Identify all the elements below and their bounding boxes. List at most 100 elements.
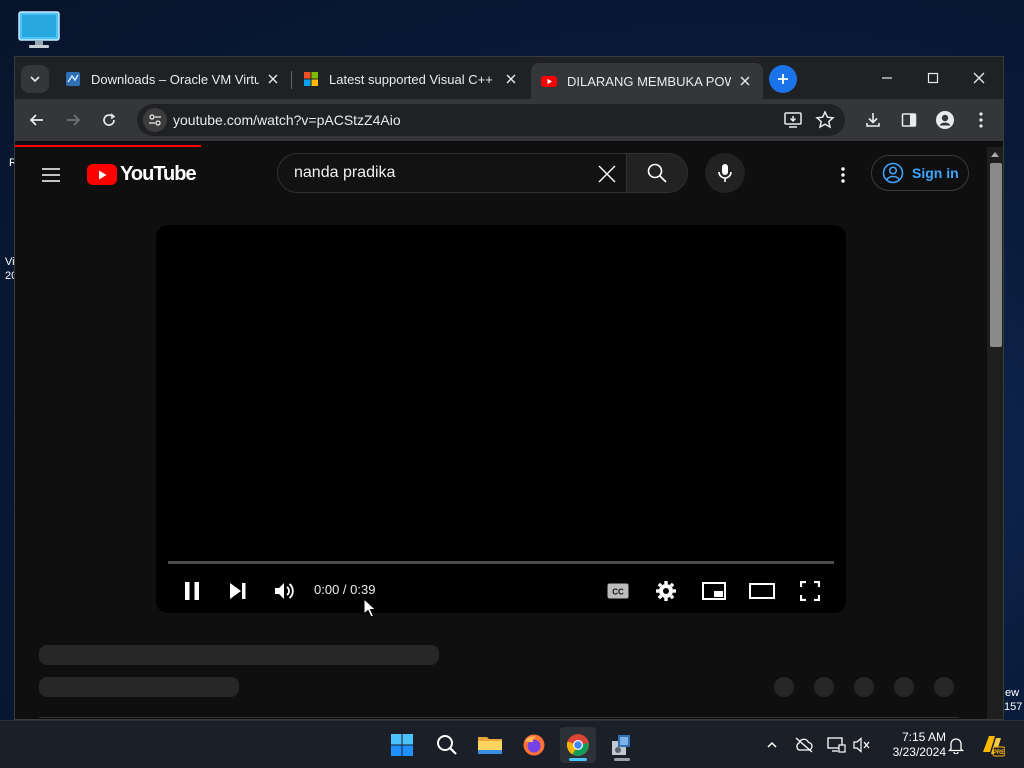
video-player[interactable]: 0:00 / 0:39 CC [156,225,846,613]
profile-button[interactable] [931,106,959,134]
arrow-left-icon [29,114,43,126]
taskbar-installer[interactable] [604,727,640,763]
kebab-menu-icon [841,167,845,183]
notifications-button[interactable] [944,733,968,757]
action-placeholder [894,677,914,697]
bell-icon [948,738,964,754]
new-tab-button[interactable] [769,65,797,93]
side-panel-button[interactable] [895,106,923,134]
pause-icon [185,582,199,600]
search-button[interactable] [626,153,688,193]
start-icon [391,734,413,756]
miniplayer-icon [702,582,726,600]
youtube-header: YouTube Sign in [15,147,987,203]
taskbar-file-explorer[interactable] [472,727,508,763]
tab-youtube-active[interactable]: DILARANG MEMBUKA POWERPOINT [531,63,763,99]
fullscreen-button[interactable] [792,573,828,609]
pause-button[interactable] [174,573,210,609]
back-button[interactable] [23,106,51,134]
network-tray[interactable] [824,733,848,757]
system-clock[interactable]: 7:15 AM 3/23/2024 [880,730,946,760]
site-info-icon[interactable] [143,108,167,132]
chrome-window: Downloads – Oracle VM VirtualBox Latest … [14,56,1004,720]
desktop-this-pc-icon[interactable] [16,10,62,50]
guide-menu-button[interactable] [37,161,65,189]
close-icon [598,165,616,183]
action-placeholder [814,677,834,697]
action-placeholder [774,677,794,697]
show-hidden-icons-button[interactable] [760,733,784,757]
close-icon[interactable] [503,71,519,87]
desktop-partial-label: ew [1005,687,1020,699]
forward-button[interactable] [59,106,87,134]
subtitles-button[interactable]: CC [600,573,636,609]
chrome-menu-button[interactable] [967,106,995,134]
mouse-cursor-icon [363,598,377,618]
install-app-icon[interactable] [783,110,803,135]
theater-mode-button[interactable] [744,573,780,609]
search-box [277,153,627,193]
file-explorer-icon [478,737,502,754]
youtube-logo[interactable]: YouTube [87,163,197,186]
maximize-icon [927,72,939,84]
installer-icon [612,735,630,755]
settings-button[interactable] [648,573,684,609]
sign-in-button[interactable]: Sign in [871,155,969,191]
url-text: youtube.com/watch?v=pACStzZ4Aio [173,112,401,128]
tab-downloads-virtualbox[interactable]: Downloads – Oracle VM VirtualBox [55,63,291,95]
svg-text:PRE: PRE [993,750,1005,756]
next-button[interactable] [220,573,256,609]
browser-toolbar: youtube.com/watch?v=pACStzZ4Aio [15,99,1003,141]
page-scrollbar[interactable] [987,147,1003,719]
copilot-button[interactable]: PRE [978,731,1006,759]
close-icon [973,72,985,84]
speaker-muted-icon [853,737,870,753]
microphone-icon [718,164,732,182]
close-icon[interactable] [737,73,753,89]
mute-button[interactable] [267,573,303,609]
chevron-down-icon [30,76,40,83]
miniplayer-button[interactable] [696,573,732,609]
voice-search-button[interactable] [705,153,745,193]
youtube-icon [541,76,557,87]
taskbar-search-button[interactable] [429,727,465,763]
close-icon[interactable] [265,71,281,87]
closed-captions-icon: CC [607,583,629,599]
minimize-button[interactable] [864,63,910,93]
microsoft-icon [304,72,318,86]
clear-search-button[interactable] [592,159,622,189]
reload-icon [103,113,116,126]
video-progress-bar[interactable] [168,561,834,564]
window-close-button[interactable] [956,63,1002,93]
maximize-button[interactable] [910,63,956,93]
theater-mode-icon [749,583,775,599]
start-button[interactable] [384,727,420,763]
search-input[interactable] [294,164,584,182]
tab-search-button[interactable] [21,65,49,93]
kebab-menu-icon [979,112,983,128]
skip-next-icon [230,583,246,599]
settings-menu-button[interactable] [833,161,853,189]
taskbar-chrome[interactable] [560,727,596,763]
taskbar: 7:15 AM 3/23/2024 PRE [0,720,1024,768]
divider [39,717,959,718]
volume-tray[interactable] [850,733,874,757]
reload-button[interactable] [95,106,123,134]
search-icon [437,735,457,755]
bookmark-star-icon[interactable] [815,110,835,135]
title-placeholder [39,645,439,665]
address-bar[interactable]: youtube.com/watch?v=pACStzZ4Aio [137,104,845,136]
cloud-offline-icon [795,737,813,753]
onedrive-tray[interactable] [792,733,816,757]
taskbar-firefox[interactable] [516,727,552,763]
tab-visual-cpp[interactable]: Latest supported Visual C++ Redistributa… [293,63,529,95]
tab-separator [291,71,292,89]
scroll-up-arrow-icon[interactable] [987,147,1003,161]
clock-date: 3/23/2024 [892,745,946,759]
scrollbar-thumb[interactable] [990,163,1002,347]
search-icon [647,163,667,183]
youtube-logo-text: YouTube [120,163,197,185]
downloads-button[interactable] [859,106,887,134]
side-panel-icon [901,113,917,127]
minimize-icon [882,77,892,79]
